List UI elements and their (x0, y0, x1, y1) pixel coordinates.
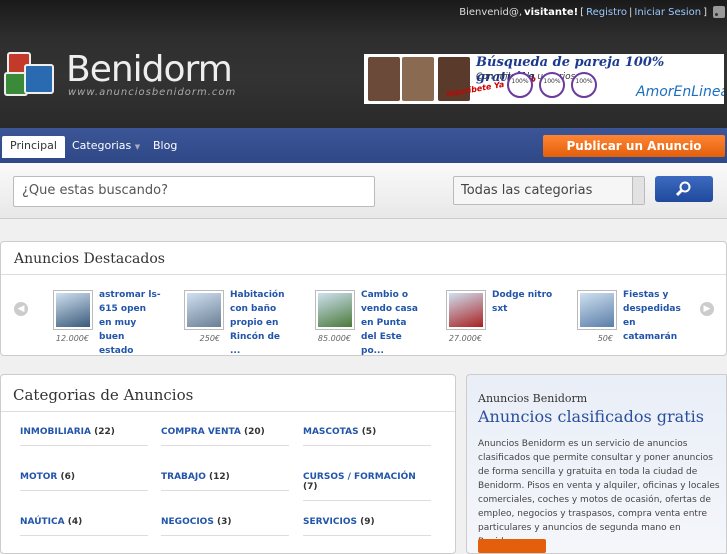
badge: 100% (571, 72, 597, 98)
featured-item[interactable]: Dodge nitro sxt 27.000€ (444, 288, 564, 348)
ad-banner[interactable]: Búsqueda de pareja 100% gratuita Con mil… (364, 54, 724, 104)
featured-price: 12.000€ (55, 334, 89, 343)
featured-price: 50€ (597, 334, 613, 343)
divider (1, 274, 726, 275)
featured-price: 27.000€ (448, 334, 482, 343)
featured-price: 85.000€ (317, 334, 351, 343)
search-input[interactable]: ¿Que estas buscando? (13, 176, 375, 207)
photo-icon (56, 293, 90, 327)
category-link[interactable]: NAÚTICA (4) (20, 517, 148, 536)
category-link[interactable]: SERVICIOS (9) (303, 517, 431, 536)
username: visitante! (524, 6, 579, 18)
prev-arrow-icon[interactable]: ◀ (14, 302, 28, 316)
category-link[interactable]: TRABAJO (12) (161, 472, 289, 491)
thumbnail[interactable] (53, 290, 93, 330)
featured-title[interactable]: Dodge nitro sxt (492, 288, 554, 316)
category-link[interactable]: MASCOTAS (5) (303, 427, 431, 446)
category-link[interactable]: NEGOCIOS (3) (161, 517, 289, 536)
thumbnail[interactable] (446, 290, 486, 330)
categories-heading: Categorias de Anuncios (13, 386, 194, 404)
chevron-down-icon: ▼ (134, 143, 141, 151)
featured-price: 250€ (199, 334, 220, 343)
main-nav: Principal Categorias ▼ Blog Publicar un … (0, 128, 727, 163)
featured-title[interactable]: Cambio o vendo casa en Punta del Este po… (361, 288, 423, 358)
category-link[interactable]: COMPRA VENTA (20) (161, 427, 289, 446)
photo-icon (368, 57, 400, 101)
badge: 100% (507, 72, 533, 98)
photo-icon (402, 57, 434, 101)
featured-item[interactable]: Fiestas y despedidas en catamarán 50€ (575, 288, 695, 348)
header: Bienvenid@, visitante! [Registro | Iniciar… (0, 0, 727, 128)
about-title: Anuncios clasificados gratis (478, 407, 704, 426)
photo-icon (187, 293, 221, 327)
about-button[interactable] (478, 539, 546, 553)
user-bar: Bienvenid@, visitante! [Registro | Iniciar… (459, 4, 727, 20)
next-arrow-icon[interactable]: ▶ (700, 302, 714, 316)
photo-icon (580, 293, 614, 327)
category-link[interactable]: CURSOS / FORMACIÓN (7) (303, 472, 431, 501)
photo-icon (318, 293, 352, 327)
banner-brand: AmorEnLinea (636, 84, 724, 100)
search-bar: ¿Que estas buscando? Todas las categoria… (0, 163, 727, 219)
nav-blog[interactable]: Blog (145, 136, 185, 158)
featured-title[interactable]: astromar ls-615 open en muy buen estado (99, 288, 161, 358)
featured-item[interactable]: Cambio o vendo casa en Punta del Este po… (313, 288, 433, 356)
welcome-text: Bienvenid@, (459, 6, 523, 18)
thumbnail[interactable] (577, 290, 617, 330)
brand-url: www.anunciosbenidorm.com (68, 87, 237, 98)
category-select[interactable]: Todas las categorias (453, 176, 645, 205)
brand-name[interactable]: Benidorm (66, 50, 233, 90)
thumbnail[interactable] (184, 290, 224, 330)
search-icon (675, 181, 691, 197)
nav-categorias[interactable]: Categorias ▼ (64, 136, 148, 158)
featured-title[interactable]: Fiestas y despedidas en catamarán (623, 288, 685, 344)
about-heading: Anuncios Benidorm (478, 392, 588, 405)
featured-ads: Anuncios Destacados ◀ ▶ astromar ls-615 … (0, 241, 727, 356)
featured-title[interactable]: Habitación con baño propio en Rincón de … (230, 288, 292, 358)
featured-item[interactable]: Habitación con baño propio en Rincón de … (182, 288, 302, 356)
category-link[interactable]: MOTOR (6) (20, 472, 148, 491)
featured-heading: Anuncios Destacados (14, 251, 165, 267)
publish-ad-button[interactable]: Publicar un Anuncio (543, 135, 725, 157)
about-panel: Anuncios Benidorm Anuncios clasificados … (466, 374, 727, 554)
category-link[interactable]: INMOBILIARIA (22) (20, 427, 148, 446)
divider (1, 411, 455, 412)
categories-panel: Categorias de Anuncios INMOBILIARIA (22)… (0, 374, 456, 554)
about-text: Anuncios Benidorm es un servicio de anun… (478, 439, 720, 547)
thumbnail[interactable] (315, 290, 355, 330)
search-button[interactable] (655, 176, 713, 202)
badge: 100% (539, 72, 565, 98)
logo-icon[interactable] (4, 52, 60, 102)
login-link[interactable]: Iniciar Sesion (634, 7, 701, 18)
photo-icon (449, 293, 483, 327)
dropdown-icon (632, 177, 644, 204)
featured-item[interactable]: astromar ls-615 open en muy buen estado 1… (51, 288, 171, 356)
register-link[interactable]: Registro (586, 7, 627, 18)
rss-icon[interactable] (713, 6, 725, 18)
nav-principal[interactable]: Principal (2, 136, 65, 158)
